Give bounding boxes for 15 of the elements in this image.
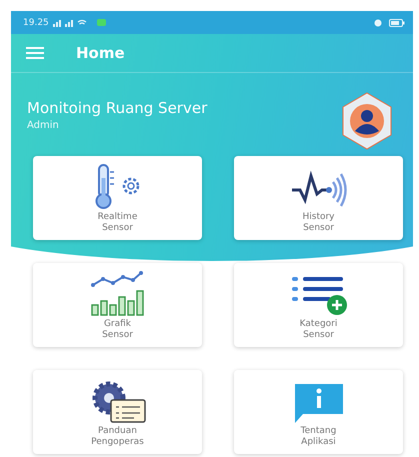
chat-icon (96, 18, 106, 26)
list-add-icon (290, 275, 348, 317)
app-title: Home (76, 44, 125, 62)
menu-card[interactable]: Realtime Sensor (33, 156, 202, 240)
info-speech-bubble-icon (292, 382, 344, 424)
menu-card[interactable]: Tentang Aplikasi (234, 370, 403, 454)
menu-card[interactable]: Grafik Sensor (33, 263, 202, 347)
bar-line-chart-icon (88, 271, 146, 317)
battery-icon (389, 18, 405, 26)
status-time: 19.25 (23, 18, 49, 28)
menu-card[interactable]: Panduan Pengoperas (33, 370, 202, 454)
header-title: Monitoing Ruang Server (27, 99, 208, 117)
menu-card[interactable]: Kategori Sensor (234, 263, 403, 347)
menu-card[interactable]: History Sensor (234, 156, 403, 240)
user-role: Admin (27, 120, 60, 131)
